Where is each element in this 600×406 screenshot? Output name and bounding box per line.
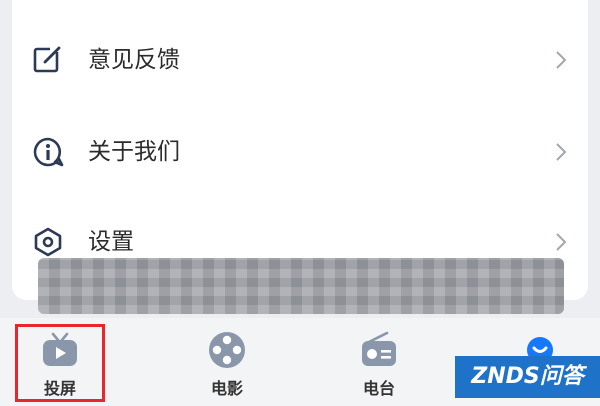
menu-card: 意见反馈 关于我们 设置 — [12, 0, 588, 300]
tab-movies[interactable]: 电影 — [172, 318, 282, 406]
znds-watermark: ZNDS问答 — [455, 356, 600, 398]
chevron-right-icon — [556, 233, 567, 251]
settings-icon — [34, 227, 62, 257]
highlight-box — [15, 324, 105, 402]
tab-label: 电台 — [362, 379, 395, 398]
blurred-content — [38, 258, 564, 314]
chevron-right-icon — [556, 51, 567, 69]
tab-label: 电影 — [210, 379, 243, 398]
film-reel-icon — [209, 332, 245, 368]
info-icon — [33, 137, 64, 167]
menu-item-label: 意见反馈 — [88, 47, 180, 73]
menu-item-feedback[interactable]: 意见反馈 — [12, 30, 588, 90]
tab-radio[interactable]: 电台 — [324, 318, 434, 406]
radio-icon — [362, 331, 396, 366]
edit-icon — [33, 46, 61, 73]
menu-item-about[interactable]: 关于我们 — [12, 122, 588, 182]
menu-item-label: 设置 — [88, 229, 134, 255]
chevron-right-icon — [556, 143, 567, 161]
menu-item-label: 关于我们 — [88, 139, 180, 165]
